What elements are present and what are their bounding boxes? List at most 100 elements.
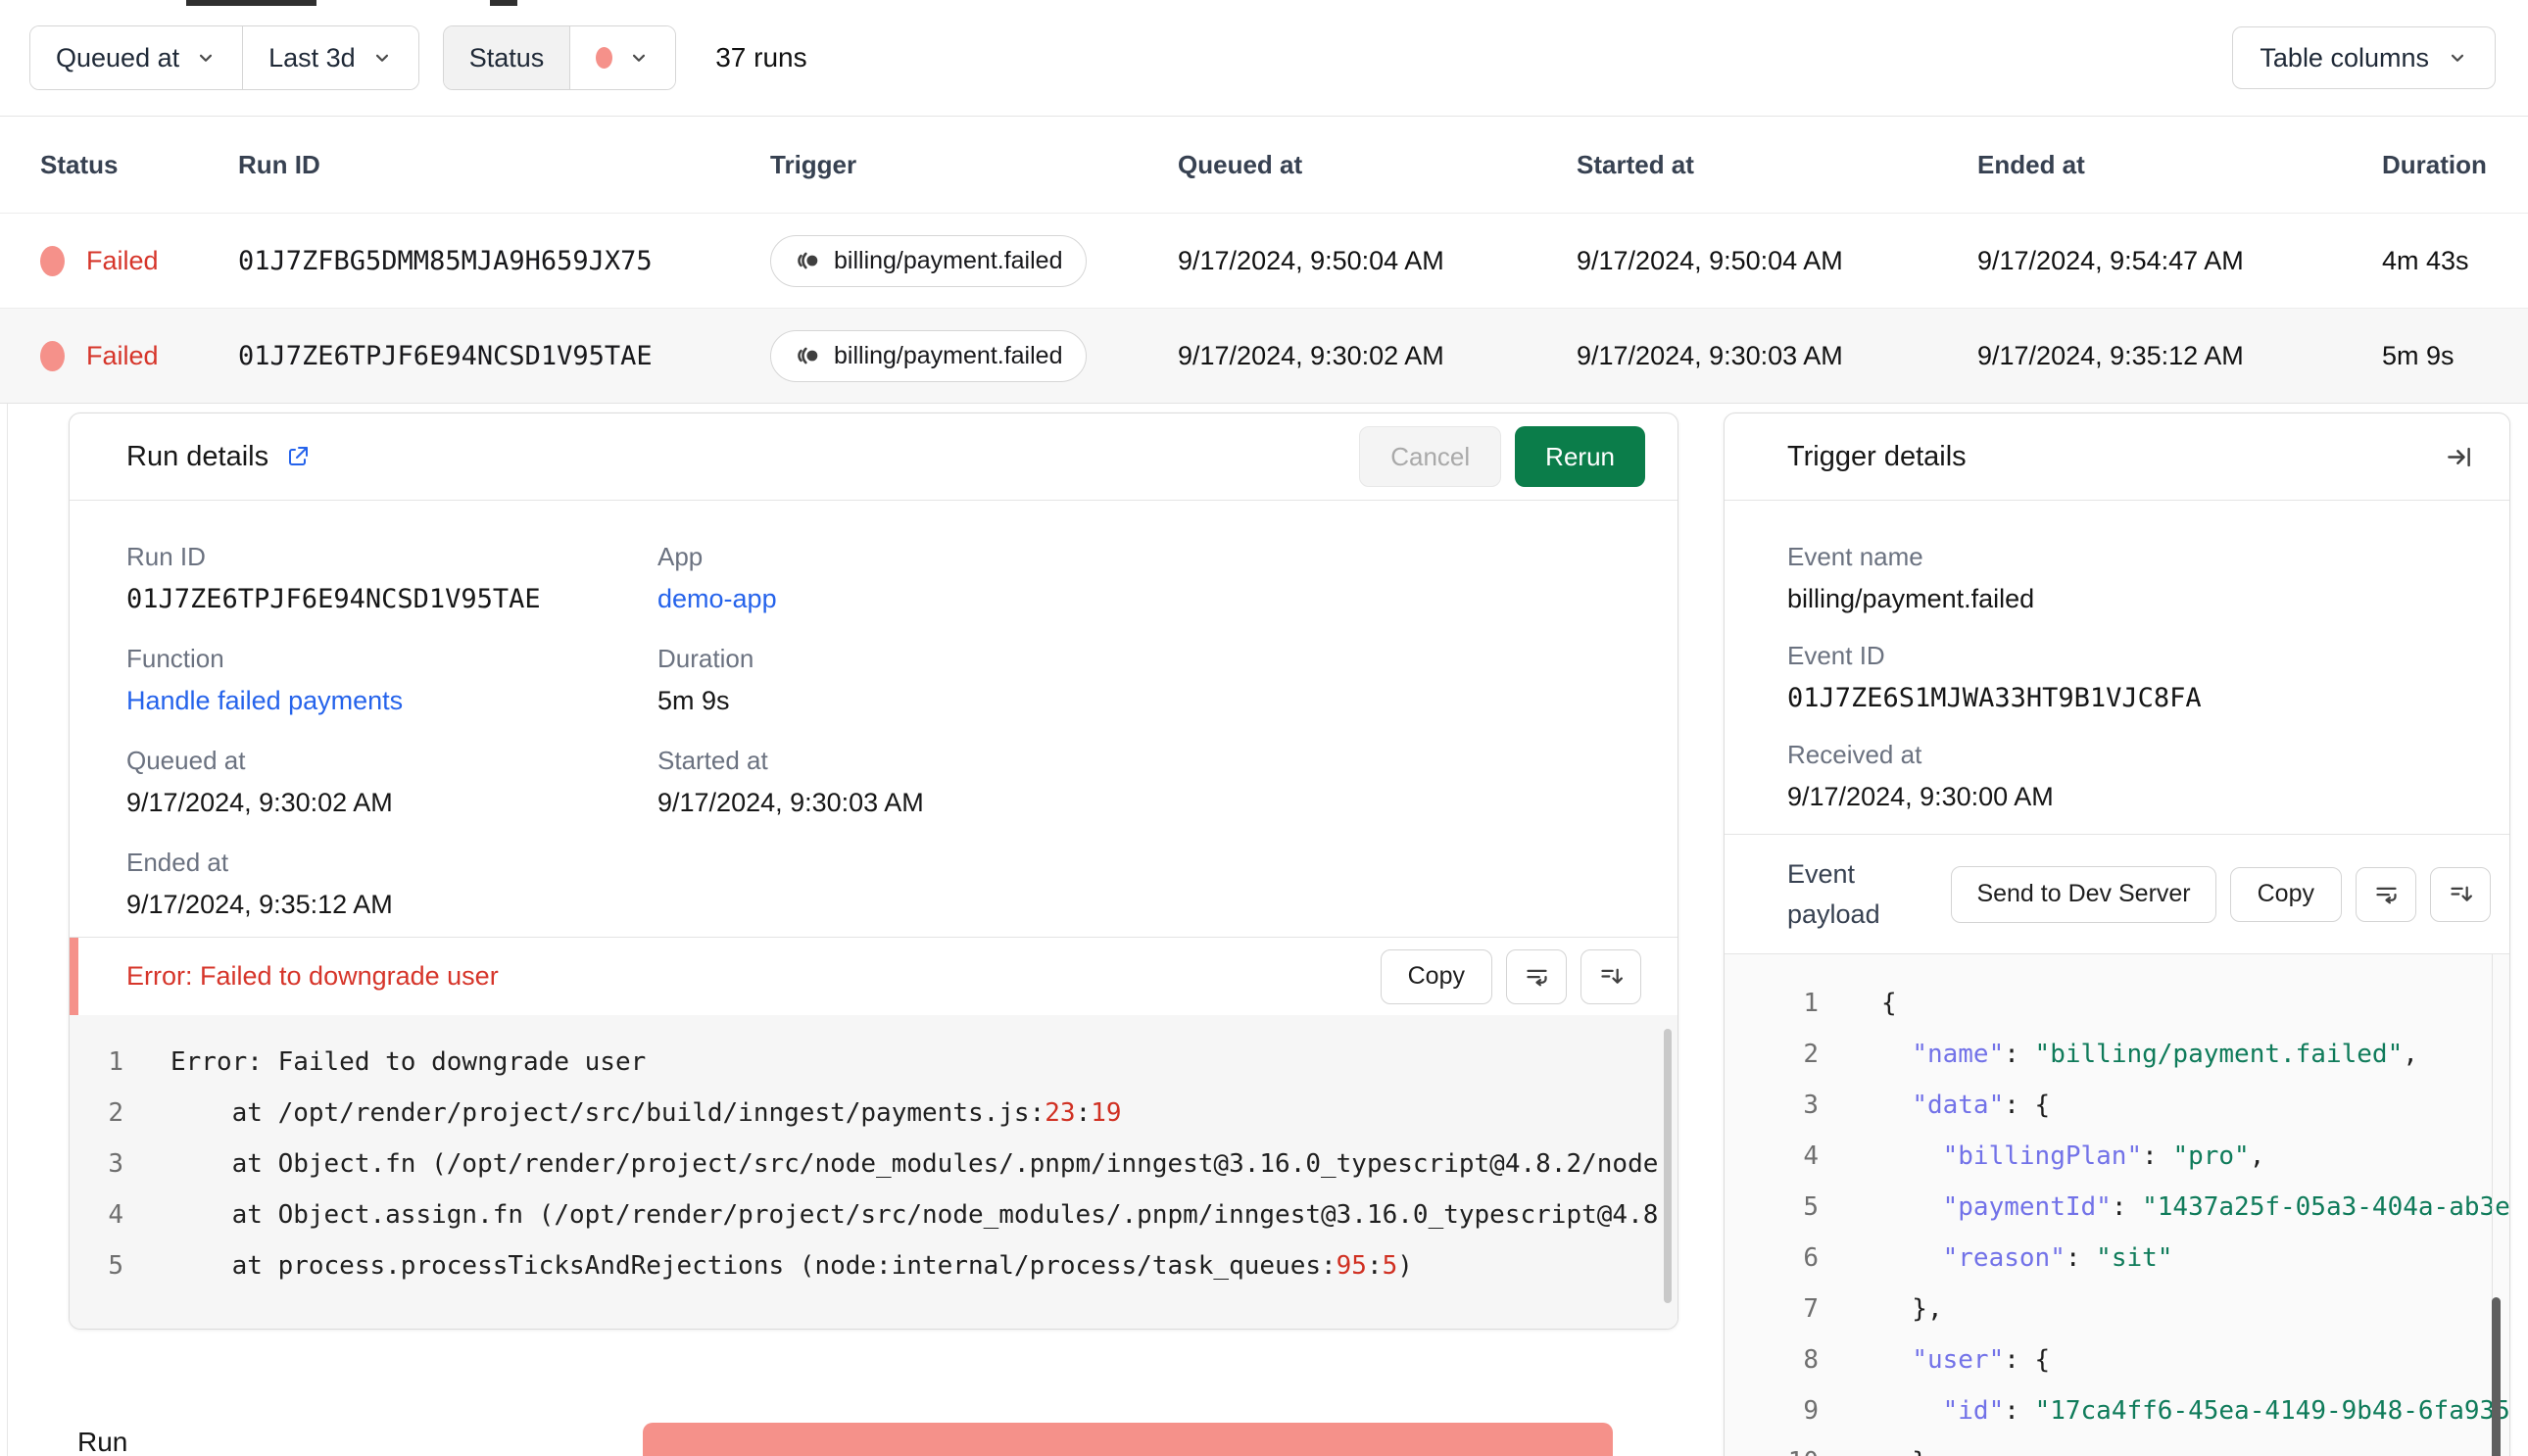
wrap-text-button[interactable]: [2356, 866, 2416, 922]
line-number: 10: [1774, 1447, 1819, 1456]
event-icon: [798, 347, 818, 364]
code-text: at Object.fn (/opt/render/project/src/no…: [170, 1149, 1659, 1179]
duration-cell: 5m 9s: [2382, 340, 2455, 370]
run-details-info: Run ID 01J7ZE6TPJF6E94NCSD1V95TAE App de…: [70, 501, 1677, 937]
started-at-field: Started at 9/17/2024, 9:30:03 AM: [657, 746, 1677, 818]
rerun-button[interactable]: Rerun: [1515, 426, 1645, 487]
line-number: 7: [1803, 1294, 1819, 1324]
code-line: 3 at Object.fn (/opt/render/project/src/…: [70, 1139, 1677, 1189]
copy-payload-button[interactable]: Copy: [2229, 866, 2342, 922]
code-text: "reason": "sit": [1942, 1243, 2173, 1273]
event-icon: [798, 252, 818, 269]
run-id-cell: 01J7ZE6TPJF6E94NCSD1V95TAE: [238, 340, 653, 371]
line-number: 3: [1803, 1091, 1819, 1120]
run-details-drawer: Run details Cancel Rerun Run ID 01J7ZE6T…: [0, 403, 2528, 1456]
runs-table: Status Run ID Trigger Queued at Started …: [0, 117, 2528, 403]
table-columns-button[interactable]: Table columns: [2232, 26, 2496, 89]
code-text: at /opt/render/project/src/build/inngest…: [170, 1098, 1122, 1128]
app-field: App demo-app: [657, 542, 1677, 614]
timeline-run-label: Run: [77, 1427, 128, 1456]
table-header-row: Status Run ID Trigger Queued at Started …: [0, 117, 2528, 213]
code-text: "id": "17ca4ff6-45ea-4149-9b48-6fa935b83…: [1942, 1396, 2509, 1426]
code-text: }: [1881, 1447, 1927, 1456]
wrap-text-button[interactable]: [1506, 948, 1567, 1004]
line-number: 3: [108, 1149, 123, 1179]
queued-at-filter[interactable]: Queued at: [30, 26, 243, 89]
status-filter-group: Status: [442, 25, 677, 90]
lines-down-arrow-icon: [2450, 886, 2472, 901]
line-number: 4: [1803, 1141, 1819, 1171]
started-at-label: Started at: [657, 746, 768, 775]
queued-at-label: Queued at: [126, 746, 246, 775]
ended-at-cell: 9/17/2024, 9:54:47 AM: [1977, 245, 2244, 275]
trigger-pill[interactable]: billing/payment.failed: [770, 329, 1088, 382]
stack-trace-scrollbar[interactable]: [1664, 1029, 1672, 1303]
duration-value: 5m 9s: [657, 686, 730, 715]
app-label: App: [657, 542, 704, 571]
code-line: 6 "reason": "sit": [1725, 1233, 2509, 1284]
queued-at-cell: 9/17/2024, 9:50:04 AM: [1178, 245, 1444, 275]
code-text: {: [1881, 989, 1897, 1018]
function-link[interactable]: Handle failed payments: [126, 686, 657, 716]
trigger-label: billing/payment.failed: [834, 341, 1063, 369]
queued-at-cell: 9/17/2024, 9:30:02 AM: [1178, 340, 1444, 370]
code-text: "user": {: [1912, 1345, 2051, 1375]
code-text: "data": {: [1912, 1091, 2051, 1120]
cropped-tab-strip: [186, 0, 316, 6]
code-text: "name": "billing/payment.failed",: [1912, 1040, 2418, 1069]
status-label: Failed: [86, 340, 159, 370]
app-link[interactable]: demo-app: [657, 584, 1677, 614]
chevron-down-icon: [375, 54, 388, 62]
code-line: 9 "id": "17ca4ff6-45ea-4149-9b48-6fa935b…: [1725, 1385, 2509, 1436]
status-filter-label: Status: [468, 42, 545, 73]
cancel-button[interactable]: Cancel: [1359, 426, 1502, 487]
code-line: 1{: [1725, 978, 2509, 1029]
line-number: 2: [108, 1098, 123, 1128]
table-row[interactable]: Failed 01J7ZFBG5DMM85MJA9H659JX75 billin…: [0, 213, 2528, 308]
scroll-to-bottom-button[interactable]: [1580, 948, 1641, 1004]
column-header-trigger: Trigger: [770, 149, 857, 179]
event-name-value: billing/payment.failed: [1787, 584, 2035, 613]
payload-scrollbar[interactable]: [2492, 1297, 2501, 1456]
duration-field: Duration 5m 9s: [657, 644, 1677, 716]
line-number: 2: [1803, 1040, 1819, 1069]
error-accent-stripe: [70, 938, 78, 1015]
function-field: Function Handle failed payments: [126, 644, 657, 716]
trigger-pill[interactable]: billing/payment.failed: [770, 234, 1088, 287]
runs-count: 37 runs: [715, 42, 807, 73]
copy-error-button[interactable]: Copy: [1380, 948, 1492, 1004]
line-number: 1: [1803, 989, 1819, 1018]
send-to-dev-server-button[interactable]: Send to Dev Server: [1951, 865, 2216, 923]
status-label: Failed: [86, 245, 159, 275]
status-filter-value[interactable]: [569, 26, 676, 89]
column-header-status: Status: [40, 149, 119, 179]
status-filter-label-segment: Status: [443, 26, 570, 89]
timeline-run-bar[interactable]: [643, 1423, 1613, 1456]
line-number: 5: [1803, 1192, 1819, 1222]
line-number: 4: [108, 1200, 123, 1230]
chevron-down-icon: [200, 54, 213, 62]
table-row-selected[interactable]: Failed 01J7ZE6TPJF6E94NCSD1V95TAE billin…: [0, 308, 2528, 403]
ended-at-label: Ended at: [126, 848, 229, 877]
lines-down-arrow-icon: [1600, 968, 1623, 984]
wrap-text-icon: [2375, 887, 2397, 904]
duration-label: Duration: [657, 644, 754, 673]
trigger-details-header: Trigger details: [1725, 413, 2509, 501]
code-text: },: [1881, 1294, 1943, 1324]
scroll-to-bottom-button[interactable]: [2430, 866, 2491, 922]
trigger-details-title: Trigger details: [1787, 440, 1967, 472]
run-details-card: Run details Cancel Rerun Run ID 01J7ZE6T…: [69, 413, 1678, 1330]
event-payload-label: Event payload: [1787, 858, 1880, 929]
external-link-icon[interactable]: [286, 445, 310, 468]
wrap-text-icon: [1526, 969, 1547, 987]
line-number: 9: [1803, 1396, 1819, 1426]
chevron-down-icon: [2451, 54, 2464, 62]
queued-at-value: 9/17/2024, 9:30:02 AM: [126, 788, 393, 817]
code-text: "paymentId": "1437a25f-05a3-404a-ab3e-d4…: [1942, 1192, 2509, 1222]
started-at-cell: 9/17/2024, 9:50:04 AM: [1577, 245, 1843, 275]
collapse-panel-icon[interactable]: [2446, 444, 2472, 470]
code-text: "billingPlan": "pro",: [1942, 1141, 2265, 1171]
time-range-filter[interactable]: Last 3d: [242, 26, 418, 89]
event-name-field: Event name billing/payment.failed: [1787, 542, 2509, 614]
code-line: 8 "user": {: [1725, 1335, 2509, 1385]
